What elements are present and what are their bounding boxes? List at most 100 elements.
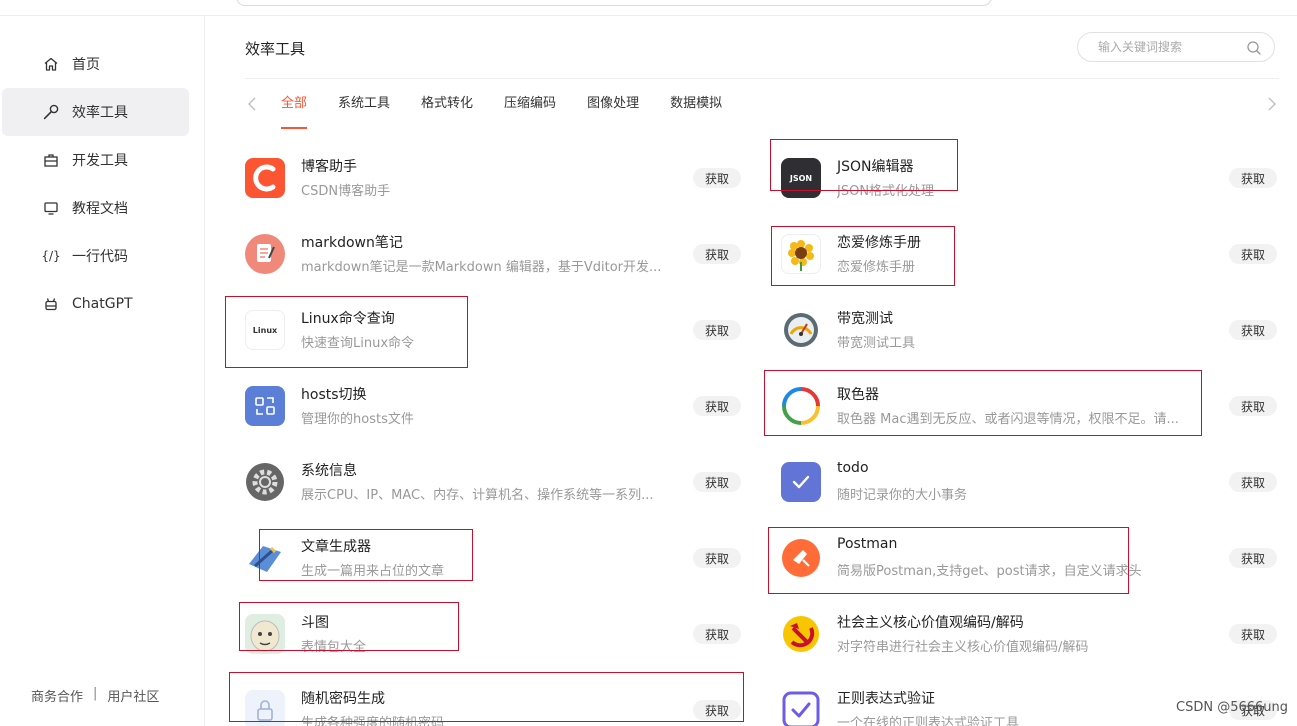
get-button[interactable]: 获取 (1229, 548, 1277, 568)
chevron-left-icon[interactable] (245, 94, 259, 114)
get-button[interactable]: 获取 (693, 244, 741, 264)
tool-card[interactable]: 文章生成器 生成一篇用来占位的文章 获取 (245, 520, 741, 596)
tab-format-conversion[interactable]: 格式转化 (421, 92, 473, 128)
notepad-icon (245, 234, 285, 274)
sidebar-item-efficiency-tools[interactable]: 效率工具 (2, 88, 189, 136)
tool-name: 随机密码生成 (301, 691, 385, 707)
sidebar-item-home[interactable]: 首页 (2, 40, 189, 88)
tool-desc: 恋爱修炼手册 (837, 260, 916, 275)
sidebar-footer: 商务合作 | 用户社区 (31, 686, 159, 705)
get-button[interactable]: 获取 (1229, 396, 1277, 416)
tool-desc: CSDN博客助手 (301, 184, 391, 199)
tool-name: 系统信息 (301, 463, 357, 479)
tool-card[interactable]: Linux Linux命令查询 快速查询Linux命令 获取 (245, 292, 741, 368)
tool-card[interactable]: JSON JSON编辑器 JSON格式化处理 获取 (781, 140, 1277, 216)
get-button[interactable]: 获取 (1229, 472, 1277, 492)
sidebar-item-tutorials[interactable]: 教程文档 (2, 184, 189, 232)
tool-desc: 取色器 Mac遇到无反应、或者闪退等情况，权限不足。请... (837, 412, 1179, 427)
sidebar-item-chatgpt[interactable]: ChatGPT (2, 280, 189, 328)
linux-icon: Linux (245, 310, 285, 350)
tool-name: 正则表达式验证 (837, 691, 935, 707)
tab-compress-encode[interactable]: 压缩编码 (504, 92, 556, 128)
search-icon[interactable] (1246, 40, 1262, 56)
briefcase-icon (42, 151, 60, 169)
get-button[interactable]: 获取 (693, 624, 741, 644)
check-box-icon (781, 690, 821, 726)
get-button[interactable]: 获取 (693, 472, 741, 492)
community-link[interactable]: 用户社区 (107, 686, 159, 705)
tab-data-mock[interactable]: 数据模拟 (670, 92, 722, 128)
tool-card[interactable]: 社会主义核心价值观编码/解码 对字符串进行社会主义核心价值观编码/解码 获取 (781, 596, 1277, 672)
get-button[interactable]: 获取 (1229, 168, 1277, 188)
tool-card[interactable]: 系统信息 展示CPU、IP、MAC、内存、计算机名、操作系统等一系列... 获取 (245, 444, 741, 520)
watermark: CSDN @5666ung (1176, 700, 1289, 715)
tool-card[interactable]: hosts切换 管理你的hosts文件 获取 (245, 368, 741, 444)
sidebar-item-label: 首页 (72, 57, 100, 73)
csdn-c-icon (245, 158, 285, 198)
business-link[interactable]: 商务合作 (31, 686, 83, 705)
top-bar (0, 0, 1297, 16)
tool-card[interactable]: 带宽测试 带宽测试工具 获取 (781, 292, 1277, 368)
chevron-right-icon[interactable] (1265, 94, 1279, 114)
tool-desc: 简易版Postman,支持get、post请求，自定义请求头 (837, 564, 1142, 579)
title-divider (245, 78, 1279, 79)
color-ring-icon (781, 386, 821, 426)
get-button[interactable]: 获取 (1229, 624, 1277, 644)
tool-name: Postman (837, 536, 898, 552)
tab-system-tools[interactable]: 系统工具 (338, 92, 390, 128)
tool-desc: 表情包大全 (301, 640, 367, 655)
search-input[interactable] (1098, 40, 1238, 54)
tool-name: markdown笔记 (301, 235, 403, 251)
tool-name: hosts切换 (301, 387, 367, 403)
json-icon-label: JSON (789, 173, 813, 183)
tool-name: 带宽测试 (837, 311, 893, 327)
sidebar-item-label: ChatGPT (72, 296, 133, 312)
tool-desc: 带宽测试工具 (837, 336, 916, 351)
sidebar-item-one-line-code[interactable]: {/} 一行代码 (2, 232, 189, 280)
get-button[interactable]: 获取 (693, 396, 741, 416)
category-tabs: 全部 系统工具 格式转化 压缩编码 图像处理 数据模拟 (245, 92, 1279, 132)
swap-icon (245, 386, 285, 426)
tool-card[interactable]: 随机密码生成 生成各种强度的随机密码 获取 (245, 672, 741, 726)
get-button[interactable]: 获取 (693, 320, 741, 340)
tool-name: 恋爱修炼手册 (837, 235, 921, 251)
search-box[interactable] (1077, 32, 1275, 62)
meme-face-icon (245, 614, 285, 654)
tool-card[interactable]: 博客助手 CSDN博客助手 获取 (245, 140, 741, 216)
tool-name: 博客助手 (301, 159, 357, 175)
get-button[interactable]: 获取 (693, 700, 741, 720)
tool-desc: 随时记录你的大小事务 (837, 488, 968, 503)
wrench-icon (42, 103, 60, 121)
sidebar-item-dev-tools[interactable]: 开发工具 (2, 136, 189, 184)
sidebar: 首页 效率工具 开发工具 教程文档 {/} 一行代码 ChatGPT 商务合作 … (0, 16, 205, 726)
top-search-bar[interactable] (236, 0, 992, 6)
get-button[interactable]: 获取 (1229, 320, 1277, 340)
json-icon: JSON (781, 158, 821, 198)
tool-name: Linux命令查询 (301, 311, 395, 327)
tool-card[interactable]: markdown笔记 markdown笔记是一款Markdown 编辑器，基于V… (245, 216, 741, 292)
tool-desc: 展示CPU、IP、MAC、内存、计算机名、操作系统等一系列... (301, 488, 654, 503)
tab-all[interactable]: 全部 (281, 92, 308, 129)
tool-card[interactable]: 恋爱修炼手册 恋爱修炼手册 获取 (781, 216, 1277, 292)
home-icon (42, 55, 60, 73)
tool-card[interactable]: 斗图 表情包大全 获取 (245, 596, 741, 672)
sidebar-item-label: 教程文档 (72, 201, 128, 217)
sidebar-item-label: 一行代码 (72, 249, 128, 265)
lock-icon (245, 690, 285, 726)
tool-card[interactable]: 正则表达式验证 一个在线的正则表达式验证工具 获取 (781, 672, 1277, 726)
tool-card[interactable]: Postman 简易版Postman,支持get、post请求，自定义请求头 获… (781, 520, 1277, 596)
tool-card[interactable]: todo 随时记录你的大小事务 获取 (781, 444, 1277, 520)
get-button[interactable]: 获取 (693, 168, 741, 188)
tool-desc: 快速查询Linux命令 (301, 336, 415, 351)
tab-list: 全部 系统工具 格式转化 压缩编码 图像处理 数据模拟 (281, 92, 753, 129)
tool-card[interactable]: 取色器 取色器 Mac遇到无反应、或者闪退等情况，权限不足。请... 获取 (781, 368, 1277, 444)
get-button[interactable]: 获取 (1229, 244, 1277, 264)
get-button[interactable]: 获取 (693, 548, 741, 568)
tool-name: 斗图 (301, 615, 329, 631)
sunflower-icon (781, 234, 821, 274)
postman-icon (781, 538, 821, 578)
tool-name: todo (837, 460, 869, 476)
tab-image-processing[interactable]: 图像处理 (587, 92, 639, 128)
sidebar-item-label: 效率工具 (72, 105, 128, 121)
tool-name: 文章生成器 (301, 539, 371, 555)
